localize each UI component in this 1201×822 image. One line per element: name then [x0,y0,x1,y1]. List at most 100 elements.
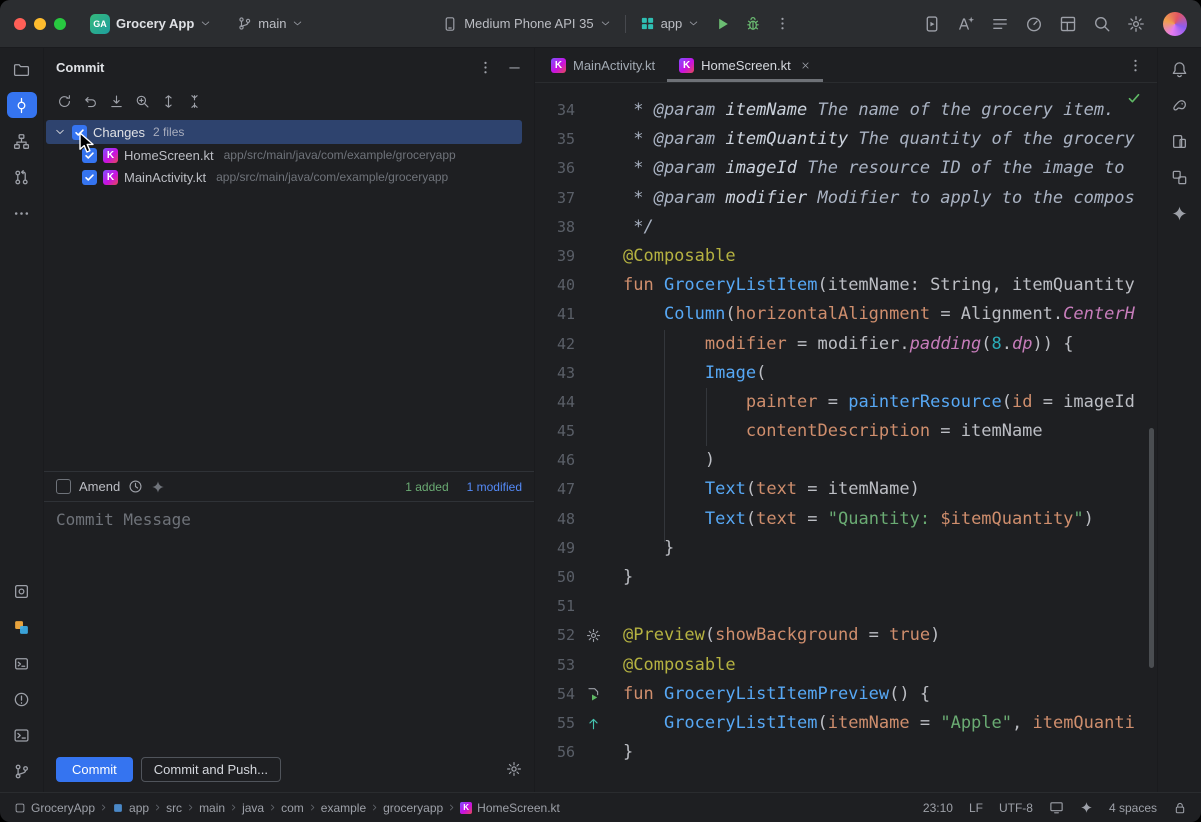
run-preview-icon[interactable] [583,680,603,709]
commit-and-push-button[interactable]: Commit and Push... [141,757,281,782]
resource-manager-icon[interactable] [1165,164,1195,190]
breadcrumb-item[interactable]: app [112,801,149,815]
app-inspection-icon[interactable] [7,578,37,604]
terminal-icon[interactable] [7,722,37,748]
device-manager-icon[interactable] [1165,128,1195,154]
ai-sparkle-icon[interactable] [1080,801,1093,814]
run-configuration[interactable]: app [661,16,683,31]
minimize-window-button[interactable] [34,18,46,30]
preview-diff-icon[interactable] [130,89,154,113]
breadcrumb-item[interactable]: groceryapp [383,801,443,815]
encoding[interactable]: UTF-8 [999,801,1033,815]
file-checkbox[interactable] [82,148,97,163]
history-icon[interactable] [128,479,143,494]
code-text[interactable]: Text(text = itemName) [623,475,920,504]
tab-options-icon[interactable] [1128,58,1143,73]
code-text[interactable]: contentDescription = itemName [623,417,1043,446]
build-list-icon[interactable] [991,15,1009,33]
editor-scrollbar[interactable] [1149,428,1154,668]
expand-all-icon[interactable] [156,89,180,113]
caret-position[interactable]: 23:10 [923,801,953,815]
code-text[interactable]: * @param itemQuantity The quantity of th… [623,125,1135,154]
monitor-icon[interactable] [1049,800,1064,815]
shelve-icon[interactable] [104,89,128,113]
panel-options-icon[interactable] [478,60,493,75]
refresh-icon[interactable] [52,89,76,113]
commit-settings-gear-icon[interactable] [506,761,522,777]
code-text[interactable]: } [623,534,674,563]
inspections-ok-icon[interactable] [1127,91,1141,105]
profiler-icon[interactable] [1025,15,1043,33]
search-icon[interactable] [1093,15,1111,33]
editor-tab[interactable]: HomeScreen.kt [667,48,823,82]
gemini-icon[interactable] [1165,200,1195,226]
breadcrumb-item[interactable]: HomeScreen.kt [460,801,560,815]
rollback-icon[interactable] [78,89,102,113]
gutter-gear-icon[interactable] [583,621,603,650]
running-devices-icon[interactable] [923,15,941,33]
code-text[interactable]: } [623,563,633,592]
layout-inspector-icon[interactable] [1059,15,1077,33]
file-checkbox[interactable] [82,170,97,185]
chevron-down-icon[interactable] [600,18,611,29]
close-tab-icon[interactable] [800,60,811,71]
code-text[interactable]: fun GroceryListItemPreview() { [623,680,930,709]
collapse-all-icon[interactable] [182,89,206,113]
ai-commit-message-icon[interactable] [151,480,165,494]
changes-checkbox[interactable] [72,125,87,140]
structure-icon[interactable] [7,128,37,154]
chevron-down-icon[interactable] [688,18,699,29]
code-text[interactable]: * @param imageId The resource ID of the … [623,154,1125,183]
changed-file-row[interactable]: HomeScreen.ktapp/src/main/java/com/examp… [44,144,534,166]
breadcrumb-item[interactable]: java [242,801,264,815]
breadcrumb-item[interactable]: com [281,801,304,815]
gradle-icon[interactable] [1165,92,1195,118]
code-text[interactable]: Column(horizontalAlignment = Alignment.C… [623,300,1135,329]
project-folder-icon[interactable] [7,56,37,82]
app-quality-insights-icon[interactable] [7,614,37,640]
lock-icon[interactable] [1173,801,1187,815]
editor-tab[interactable]: MainActivity.kt [539,48,667,82]
run-button-icon[interactable] [715,16,731,32]
commit-icon[interactable] [7,92,37,118]
hide-panel-icon[interactable] [507,60,522,75]
version-control-icon[interactable] [7,758,37,784]
chevron-expanded-icon[interactable] [54,126,66,138]
logcat-icon[interactable] [7,650,37,676]
line-ending[interactable]: LF [969,801,983,815]
code-text[interactable]: } [623,738,633,767]
zoom-window-button[interactable] [54,18,66,30]
problems-icon[interactable] [7,686,37,712]
debug-button-icon[interactable] [745,16,761,32]
changed-file-row[interactable]: MainActivity.ktapp/src/main/java/com/exa… [44,166,534,188]
commit-button[interactable]: Commit [56,757,133,782]
more-tool-windows-icon[interactable] [7,200,37,226]
notifications-icon[interactable] [1165,56,1195,82]
project-widget[interactable]: GA Grocery App [84,11,217,37]
indent-setting[interactable]: 4 spaces [1109,801,1157,815]
code-text[interactable]: fun GroceryListItem(itemName: String, it… [623,271,1135,300]
code-text[interactable]: * @param modifier Modifier to apply to t… [623,184,1135,213]
pull-requests-icon[interactable] [7,164,37,190]
close-window-button[interactable] [14,18,26,30]
breadcrumb-item[interactable]: GroceryApp [14,801,95,815]
ai-actions-icon[interactable] [957,15,975,33]
code-text[interactable]: Text(text = "Quantity: $itemQuantity") [623,505,1094,534]
deploy-preview-icon[interactable] [583,709,603,738]
code-text[interactable]: GroceryListItem(itemName = "Apple", item… [623,709,1135,738]
code-text[interactable]: @Composable [623,651,736,680]
branch-widget[interactable]: main [231,13,309,34]
amend-checkbox[interactable] [56,479,71,494]
code-text[interactable]: Image( [623,359,766,388]
code-text[interactable]: painter = painterResource(id = imageId [623,388,1135,417]
user-avatar[interactable] [1163,12,1187,36]
code-text[interactable]: @Preview(showBackground = true) [623,621,940,650]
breadcrumb-item[interactable]: example [321,801,366,815]
breadcrumb-item[interactable]: src [166,801,182,815]
code-text[interactable]: * @param itemName The name of the grocer… [623,96,1114,125]
code-text[interactable]: ) [623,446,715,475]
code-text[interactable]: */ [623,213,654,242]
code-text[interactable]: modifier = modifier.padding(8.dp)) { [623,330,1073,359]
breadcrumb-item[interactable]: main [199,801,225,815]
device-selector[interactable]: Medium Phone API 35 [464,16,593,31]
